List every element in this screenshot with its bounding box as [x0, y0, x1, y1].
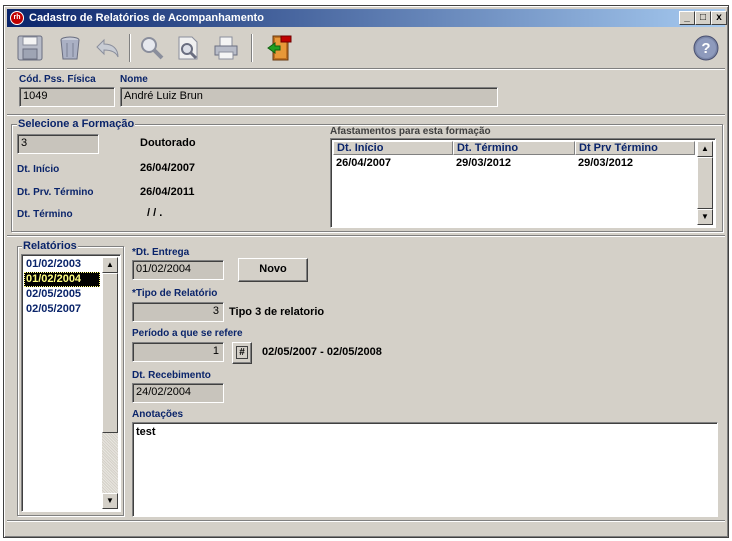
scroll-down-icon[interactable]: ▼ — [697, 209, 713, 225]
name-field[interactable]: André Luiz Brun — [120, 87, 498, 107]
delete-icon — [60, 36, 80, 60]
undo-button[interactable] — [91, 32, 125, 64]
tipo-description: Tipo 3 de relatorio — [229, 306, 325, 318]
main-window: rh Cadastro de Relatórios de Acompanhame… — [3, 5, 729, 538]
periodo-field[interactable]: 1 — [132, 342, 224, 362]
formacao-id-field[interactable]: 3 — [17, 134, 99, 154]
inicio-value: 26/04/2007 — [140, 162, 196, 174]
scroll-thumb[interactable] — [697, 157, 713, 209]
entrega-field[interactable]: 01/02/2004 — [132, 260, 224, 280]
recebimento-field[interactable]: 24/02/2004 — [132, 383, 224, 403]
save-button[interactable] — [13, 32, 47, 64]
cod-label: Cód. Pss. Física — [19, 74, 96, 85]
termino-label: Dt. Término — [17, 209, 73, 220]
exit-icon — [267, 35, 292, 61]
list-item[interactable]: 02/05/2007 — [24, 302, 100, 317]
close-button[interactable]: x — [711, 11, 727, 25]
title-bar[interactable]: rh Cadastro de Relatórios de Acompanhame… — [7, 9, 727, 27]
list-item[interactable]: 02/05/2005 — [24, 287, 100, 302]
relatorios-list[interactable]: 01/02/2003 01/02/2004 02/05/2005 02/05/2… — [21, 254, 121, 512]
grid-cell[interactable]: 29/03/2012 — [456, 157, 511, 169]
search-icon — [141, 37, 164, 60]
grid-header-prv-termino[interactable]: Dt Prv Término — [575, 141, 695, 155]
grid-header-inicio[interactable]: Dt. Início — [333, 141, 453, 155]
toolbar-separator — [251, 34, 253, 62]
scroll-thumb[interactable] — [102, 273, 118, 433]
anotacoes-label: Anotações — [132, 409, 184, 420]
prv-termino-value: 26/04/2011 — [140, 186, 195, 198]
afastamentos-grid: Dt. Início Dt. Término Dt Prv Término 26… — [330, 138, 716, 228]
termino-value: / / . — [147, 207, 163, 219]
afastamentos-scrollbar[interactable]: ▲ ▼ — [697, 141, 713, 225]
entrega-label: *Dt. Entrega — [132, 247, 190, 258]
novo-button[interactable]: Novo — [238, 258, 308, 282]
periodo-range: 02/05/2007 - 02/05/2008 — [262, 346, 382, 358]
preview-button[interactable] — [171, 32, 205, 64]
afastamentos-title: Afastamentos para esta formação — [330, 126, 491, 137]
relatorios-scrollbar[interactable]: ▲ ▼ — [102, 257, 118, 509]
tipo-field[interactable]: 3 — [132, 302, 224, 322]
section-divider — [7, 114, 725, 116]
grid-header-termino[interactable]: Dt. Término — [453, 141, 575, 155]
calculator-icon: # — [236, 346, 248, 359]
delete-button[interactable] — [53, 32, 87, 64]
help-button[interactable]: ? — [689, 32, 723, 64]
list-item-selected[interactable]: 01/02/2004 — [24, 272, 100, 287]
prv-termino-label: Dt. Prv. Término — [17, 187, 94, 198]
tipo-label: *Tipo de Relatório — [132, 288, 218, 299]
formacao-group-title: Selecione a Formação — [17, 118, 136, 130]
bottom-divider — [7, 520, 725, 522]
periodo-label: Período a que se refere — [132, 328, 243, 339]
toolbar-divider — [7, 68, 725, 70]
inicio-label: Dt. Início — [17, 164, 60, 175]
toolbar: ? — [7, 28, 725, 68]
degree-value: Doutorado — [140, 137, 196, 149]
app-icon: rh — [10, 11, 24, 25]
recebimento-label: Dt. Recebimento — [132, 370, 211, 381]
grid-cell[interactable]: 29/03/2012 — [578, 157, 633, 169]
name-label: Nome — [120, 74, 148, 85]
maximize-button[interactable]: □ — [695, 11, 711, 25]
scroll-up-icon[interactable]: ▲ — [697, 141, 713, 157]
cod-field[interactable]: 1049 — [19, 87, 115, 107]
section-divider — [7, 235, 725, 237]
save-icon — [17, 35, 43, 61]
exit-button[interactable] — [263, 32, 297, 64]
scroll-up-icon[interactable]: ▲ — [102, 257, 118, 273]
list-item[interactable]: 01/02/2003 — [24, 257, 100, 272]
print-button[interactable] — [209, 32, 243, 64]
print-icon — [214, 36, 238, 60]
svg-text:?: ? — [701, 40, 710, 57]
minimize-button[interactable]: _ — [679, 11, 695, 25]
grid-cell[interactable]: 26/04/2007 — [336, 157, 391, 169]
preview-icon — [178, 36, 198, 60]
help-icon: ? — [693, 35, 719, 61]
search-button[interactable] — [135, 32, 169, 64]
undo-icon — [96, 38, 119, 58]
periodo-lookup-button[interactable]: # — [232, 342, 252, 364]
anotacoes-textarea[interactable]: test — [132, 422, 718, 517]
scroll-down-icon[interactable]: ▼ — [102, 493, 118, 509]
relatorios-group-title: Relatórios — [22, 240, 78, 252]
window-title: Cadastro de Relatórios de Acompanhamento — [29, 12, 264, 24]
toolbar-separator — [129, 34, 131, 62]
